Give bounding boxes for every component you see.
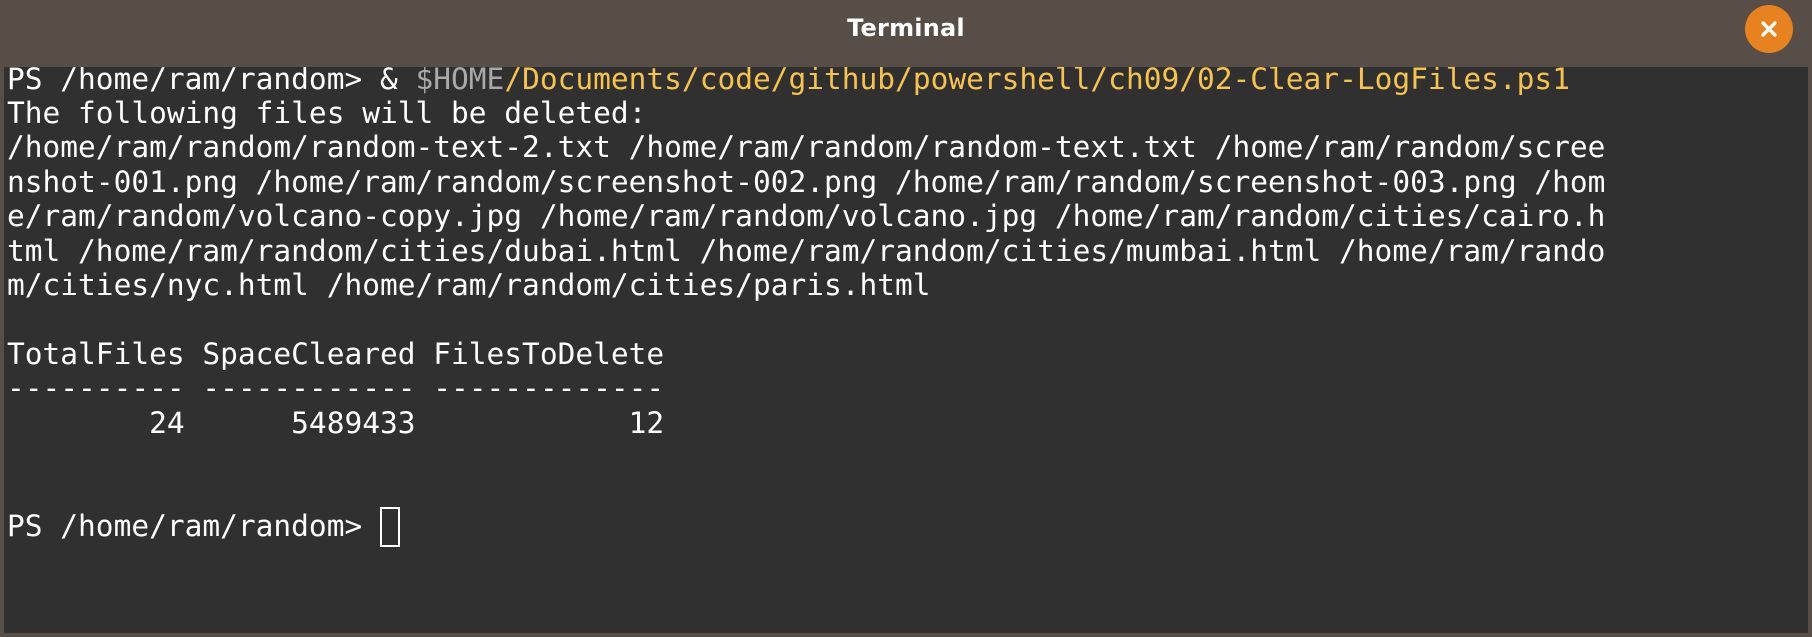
close-button[interactable] [1745, 5, 1793, 53]
table-row: 24 5489433 12 [7, 406, 665, 440]
final-prompt-line: PS /home/ram/random> [7, 506, 400, 547]
terminal-output[interactable]: PS /home/ram/random> & $HOME/Documents/c… [4, 67, 1808, 633]
file-list-line: e/ram/random/volcano-copy.jpg /home/ram/… [7, 199, 1606, 233]
prompt: PS /home/ram/random> [7, 67, 380, 96]
script-path: /Documents/code/github/powershell/ch09/0… [504, 67, 1570, 96]
file-list-line: m/cities/nyc.html /home/ram/random/citie… [7, 268, 931, 302]
text-cursor[interactable] [379, 507, 400, 547]
prompt: PS /home/ram/random> [7, 509, 380, 543]
table-separator: ---------- ------------ ------------- [7, 371, 665, 405]
home-variable: $HOME [415, 67, 505, 96]
file-list-line: /home/ram/random/random-text-2.txt /home… [7, 130, 1606, 164]
terminal-window: Terminal PS /home/ram/random> & $HOME/Do… [0, 0, 1812, 637]
call-operator: & [379, 67, 416, 96]
title-bar[interactable]: Terminal [0, 0, 1812, 67]
window-title: Terminal [847, 14, 965, 42]
close-icon [1761, 21, 1777, 37]
